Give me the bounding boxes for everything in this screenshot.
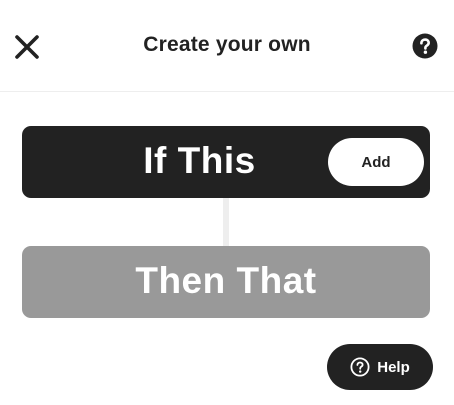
help-icon-button[interactable]: [412, 33, 438, 59]
if-this-label: If This: [143, 140, 256, 181]
page-title: Create your own: [143, 33, 311, 56]
if-this-bar[interactable]: If This Add: [22, 126, 430, 198]
question-circle-outline-icon: [350, 357, 370, 377]
help-button-label: Help: [377, 358, 410, 376]
connector-line: [223, 198, 229, 246]
question-circle-icon: [412, 33, 438, 59]
help-button[interactable]: Help: [327, 344, 433, 390]
header: Create your own: [0, 0, 454, 92]
then-that-label: Then That: [135, 260, 317, 301]
add-trigger-button[interactable]: Add: [328, 138, 424, 186]
then-that-bar: Then That: [22, 246, 430, 318]
